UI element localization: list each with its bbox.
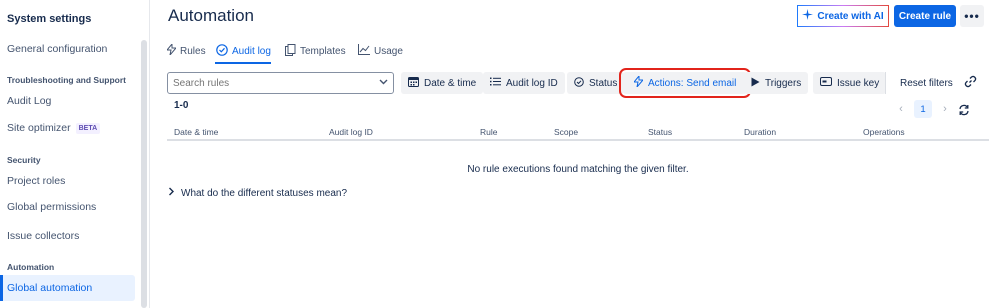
sidebar-item-project-roles[interactable]: Project roles: [0, 168, 135, 194]
sparkle-icon: [802, 9, 814, 23]
column-header-audit-log-id[interactable]: Audit log ID: [329, 127, 373, 137]
column-header-date-time[interactable]: Date & time: [174, 127, 218, 137]
tab-label: Templates: [300, 45, 346, 57]
audit-log-id-filter-label: Audit log ID: [506, 77, 558, 89]
chart-icon: [358, 44, 370, 58]
chevron-right-icon: [168, 187, 175, 199]
filter-divider: [885, 72, 886, 94]
sidebar-item-audit-log[interactable]: Audit Log: [0, 88, 135, 114]
sidebar-item-label: General configuration: [7, 43, 108, 55]
more-options-button[interactable]: •••: [960, 5, 984, 27]
chevron-right-icon[interactable]: ›: [938, 103, 952, 115]
refresh-icon[interactable]: [958, 104, 970, 119]
page-title: Automation: [168, 6, 254, 25]
link-icon[interactable]: [964, 75, 977, 91]
sidebar-item-issue-collectors[interactable]: Issue collectors: [0, 223, 135, 249]
create-rule-button[interactable]: Create rule: [894, 5, 956, 27]
sidebar-item-site-optimizer[interactable]: Site optimizer BETA: [0, 115, 135, 141]
sidebar-scrollbar[interactable]: [141, 40, 147, 308]
check-circle-icon: [216, 43, 228, 59]
tab-bar: Rules Audit log Templates Usage: [165, 40, 992, 64]
status-filter-button[interactable]: Status: [567, 72, 625, 94]
active-tab-indicator: [215, 62, 271, 64]
tab-label: Audit log: [232, 45, 271, 57]
copy-icon: [285, 43, 296, 59]
lightning-icon: [165, 42, 178, 58]
sidebar-item-label: Issue collectors: [7, 230, 80, 242]
column-header-operations[interactable]: Operations: [863, 127, 905, 137]
sidebar-section-automation: Automation: [7, 262, 55, 272]
sidebar-item-label: Project roles: [7, 175, 66, 187]
sidebar-item-label: Site optimizer: [7, 122, 71, 134]
tab-label: Usage: [374, 45, 403, 57]
reset-filters-button[interactable]: Reset filters: [892, 72, 961, 94]
filter-bar: Date & time Audit log ID Status Actions:…: [167, 68, 987, 98]
column-header-duration[interactable]: Duration: [744, 127, 776, 137]
calendar-icon: [408, 76, 419, 90]
sidebar-item-general-configuration[interactable]: General configuration: [0, 36, 135, 62]
status-filter-label: Status: [589, 77, 618, 89]
chevron-down-icon[interactable]: [379, 77, 388, 88]
table-header: Date & time Audit log ID Rule Scope Stat…: [167, 124, 989, 141]
check-circle-icon: [574, 76, 584, 90]
beta-badge: BETA: [75, 123, 101, 134]
actions-filter-button[interactable]: Actions: Send email: [618, 68, 752, 98]
tab-templates[interactable]: Templates: [285, 40, 346, 62]
lightning-icon: [632, 74, 645, 90]
search-rules-input[interactable]: [167, 72, 394, 94]
tab-audit-log[interactable]: Audit log: [216, 40, 271, 62]
sidebar-item-global-permissions[interactable]: Global permissions: [0, 194, 135, 220]
key-icon: [820, 77, 832, 89]
sidebar-item-label: Audit Log: [7, 95, 52, 107]
column-header-rule[interactable]: Rule: [480, 127, 497, 137]
sidebar-title: System settings: [7, 13, 92, 25]
audit-log-id-filter-button[interactable]: Audit log ID: [483, 72, 565, 94]
tab-usage[interactable]: Usage: [358, 40, 403, 62]
triggers-filter-button[interactable]: Triggers: [744, 72, 809, 94]
date-time-filter-button[interactable]: Date & time: [401, 72, 484, 94]
actions-filter-label: Actions: Send email: [648, 77, 737, 89]
sidebar-section-security: Security: [7, 155, 41, 165]
sidebar-item-label: Global automation: [7, 282, 93, 294]
issue-key-filter-label: Issue key: [837, 77, 880, 89]
column-header-scope[interactable]: Scope: [554, 127, 578, 137]
sidebar-section-troubleshooting: Troubleshooting and Support: [7, 75, 126, 85]
column-header-status[interactable]: Status: [648, 127, 672, 137]
issue-key-filter-button[interactable]: Issue key: [813, 72, 887, 94]
chevron-left-icon[interactable]: ‹: [894, 103, 908, 115]
status-faq-toggle[interactable]: What do the different statuses mean?: [168, 187, 347, 199]
status-faq-label: What do the different statuses mean?: [181, 187, 348, 199]
page-number-button[interactable]: 1: [914, 100, 932, 118]
list-icon: [490, 77, 501, 89]
empty-state-message: No rule executions found matching the gi…: [467, 164, 689, 175]
sidebar-item-global-automation[interactable]: Global automation: [0, 275, 135, 301]
triggers-filter-label: Triggers: [765, 77, 802, 89]
create-with-ai-label: Create with AI: [817, 10, 884, 22]
create-with-ai-button[interactable]: Create with AI: [797, 5, 889, 27]
play-icon: [751, 77, 760, 90]
date-time-filter-label: Date & time: [424, 77, 477, 89]
tab-label: Rules: [180, 45, 206, 57]
tab-rules[interactable]: Rules: [165, 40, 206, 62]
sidebar-item-label: Global permissions: [7, 201, 97, 213]
sidebar: System settings General configuration Tr…: [0, 0, 150, 308]
result-count: 1-0: [174, 100, 189, 111]
pagination: ‹ 1 ›: [894, 100, 952, 118]
